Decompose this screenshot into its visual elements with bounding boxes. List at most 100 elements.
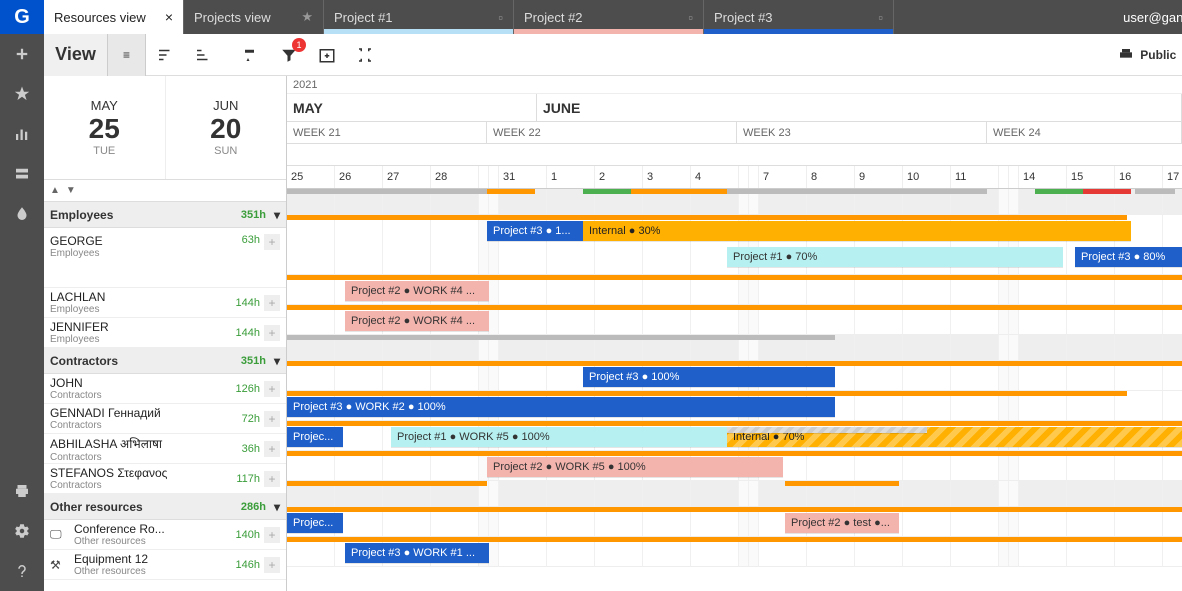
add-icon[interactable] (0, 34, 44, 74)
task-bar[interactable]: Project #3 ● 80% (1075, 247, 1182, 267)
help-icon[interactable] (0, 551, 44, 591)
timeline-day[interactable]: 28 (431, 166, 479, 188)
resource-row[interactable]: JENNIFEREmployees144h+ (44, 318, 286, 348)
timeline-day[interactable]: 8 (807, 166, 855, 188)
task-bar[interactable]: Project #3 ● 1... (487, 221, 583, 241)
left-pane: MAY 25 TUE JUN 20 SUN ▲ ▼ Employees351h▾… (44, 76, 287, 591)
task-bar[interactable]: Project #2 ● WORK #4 ... (345, 311, 489, 331)
tab-project-2[interactable]: Project #2 ▫ (514, 0, 704, 34)
resource-row[interactable]: ⚒Equipment 12Other resources146h+ (44, 550, 286, 580)
user-menu[interactable]: user@ganttic.com ▼ (1111, 0, 1182, 34)
resource-row[interactable]: STEFANOS ΣτεφανοςContractors117h+ (44, 464, 286, 494)
timeline-day[interactable]: 2 (595, 166, 643, 188)
calendar-add-icon[interactable] (308, 34, 346, 76)
task-bar[interactable]: Project #2 ● test ●... (785, 513, 899, 533)
print-icon[interactable] (0, 471, 44, 511)
tab-projects-view[interactable]: Projects view ★ (184, 0, 324, 34)
task-bar[interactable]: Project #3 ● WORK #1 ... (345, 543, 489, 563)
tab-project-1[interactable]: Project #1 ▫ (324, 0, 514, 34)
resource-row[interactable]: ABHILASHA अभिलाषाContractors36h+ (44, 434, 286, 464)
task-bar[interactable]: Project #1 ● 70% (727, 247, 1063, 267)
group-header[interactable]: Contractors351h▾ (44, 348, 286, 374)
date-end[interactable]: JUN 20 SUN (166, 76, 287, 179)
resource-row[interactable]: LACHLANEmployees144h+ (44, 288, 286, 318)
task-bar[interactable]: Project #3 ● 100% (583, 367, 835, 387)
timeline-day[interactable]: 26 (335, 166, 383, 188)
date-range[interactable]: MAY 25 TUE JUN 20 SUN (44, 76, 286, 180)
timeline-day[interactable]: 1 (547, 166, 595, 188)
add-task-icon[interactable]: + (264, 471, 280, 487)
add-task-icon[interactable]: + (264, 234, 280, 250)
timeline-day[interactable]: 15 (1067, 166, 1115, 188)
task-bar[interactable] (727, 427, 927, 433)
paint-icon[interactable] (232, 34, 270, 76)
timeline-week: WEEK 23 (737, 122, 987, 143)
close-icon[interactable]: × (165, 9, 173, 25)
timeline-day[interactable]: 3 (643, 166, 691, 188)
group-header[interactable]: Employees351h▾ (44, 202, 286, 228)
filter-down-icon[interactable]: ▼ (66, 185, 76, 196)
add-task-icon[interactable]: + (264, 325, 280, 341)
date-start[interactable]: MAY 25 TUE (44, 76, 166, 179)
visibility-toggle[interactable]: Public (1118, 47, 1176, 63)
menu-icon[interactable]: ≡ (108, 34, 146, 76)
timeline-day[interactable] (479, 166, 489, 188)
timeline-day[interactable] (999, 166, 1009, 188)
timeline-day[interactable]: 27 (383, 166, 431, 188)
tab-bar: Resources view × Projects view ★ Project… (44, 0, 1182, 34)
task-bar[interactable]: Projec... (287, 513, 343, 533)
sort-desc-icon[interactable] (184, 34, 222, 76)
task-bar[interactable]: Project #2 ● WORK #4 ... (345, 281, 489, 301)
add-task-icon[interactable]: + (264, 411, 280, 427)
timeline-day[interactable]: 11 (951, 166, 999, 188)
tab-resources-view[interactable]: Resources view × (44, 0, 184, 34)
task-bar[interactable]: Internal ● 30% (583, 221, 1131, 241)
resource-row[interactable]: GEORGEEmployees63h+ (44, 228, 286, 288)
filter-up-icon[interactable]: ▲ (50, 185, 60, 196)
resource-row[interactable]: GENNADI ГеннадийContractors72h+ (44, 404, 286, 434)
resource-row[interactable]: JOHNContractors126h+ (44, 374, 286, 404)
timeline-day[interactable] (489, 166, 499, 188)
add-task-icon[interactable]: + (264, 295, 280, 311)
timeline-day[interactable]: 10 (903, 166, 951, 188)
timeline-day[interactable] (749, 166, 759, 188)
add-task-icon[interactable]: + (264, 557, 280, 573)
layers-icon[interactable] (0, 154, 44, 194)
timeline-day[interactable]: 17 (1163, 166, 1182, 188)
star-icon: ★ (301, 9, 313, 25)
timeline-day[interactable]: 25 (287, 166, 335, 188)
filter-icon[interactable]: 1 (270, 34, 308, 76)
task-bar[interactable]: Project #2 ● WORK #5 ● 100% (487, 457, 783, 477)
star-icon[interactable] (0, 74, 44, 114)
settings-icon[interactable] (0, 511, 44, 551)
logo[interactable]: G (0, 0, 44, 34)
chart-icon[interactable] (0, 114, 44, 154)
screen-icon: 🖵 (50, 527, 68, 542)
timeline-day[interactable] (739, 166, 749, 188)
task-bar[interactable]: Projec... (287, 427, 343, 447)
timeline-day[interactable]: 14 (1019, 166, 1067, 188)
timeline-header: 2021 MAYJUNE WEEK 21WEEK 22WEEK 23WEEK 2… (287, 76, 1182, 189)
timeline-day[interactable]: 16 (1115, 166, 1163, 188)
tool-icon: ⚒ (50, 558, 68, 572)
timeline-day[interactable] (1009, 166, 1019, 188)
timeline-day[interactable]: 7 (759, 166, 807, 188)
task-bar[interactable]: Project #1 ● WORK #5 ● 100% (391, 427, 727, 447)
task-bar[interactable]: Project #3 ● WORK #2 ● 100% (287, 397, 835, 417)
timeline-day[interactable]: 31 (499, 166, 547, 188)
timeline-day[interactable]: 9 (855, 166, 903, 188)
sidebar: G (0, 0, 44, 591)
open-icon: ▫ (878, 10, 883, 25)
resource-row[interactable]: 🖵Conference Ro...Other resources140h+ (44, 520, 286, 550)
add-task-icon[interactable]: + (264, 381, 280, 397)
group-header[interactable]: Other resources286h▾ (44, 494, 286, 520)
view-label[interactable]: View (44, 34, 108, 76)
crop-icon[interactable] (346, 34, 384, 76)
drop-icon[interactable] (0, 194, 44, 234)
tab-project-3[interactable]: Project #3 ▫ (704, 0, 894, 34)
timeline-week: WEEK 22 (487, 122, 737, 143)
add-task-icon[interactable]: + (264, 441, 280, 457)
timeline-day[interactable]: 4 (691, 166, 739, 188)
sort-asc-icon[interactable] (146, 34, 184, 76)
add-task-icon[interactable]: + (264, 527, 280, 543)
